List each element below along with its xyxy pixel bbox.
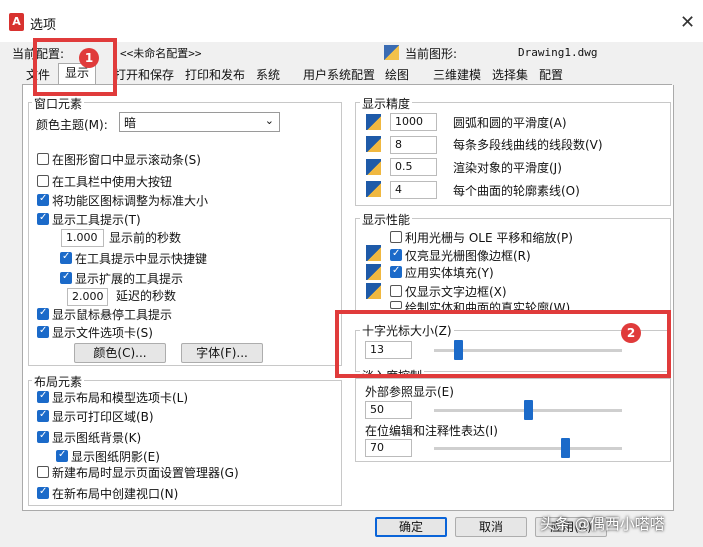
show-extended-checkbox[interactable] — [60, 271, 72, 284]
inplace-fade-slider-thumb[interactable] — [561, 438, 571, 458]
true-silhouettes-checkbox[interactable] — [390, 301, 402, 309]
scrollbars-label: 在图形窗口中显示滚动条(S) — [52, 153, 201, 167]
page-setup-manager-checkbox[interactable] — [37, 466, 49, 478]
paper-background-checkbox[interactable] — [37, 430, 49, 443]
inplace-fade-slider-track — [434, 447, 622, 450]
tab-profiles[interactable]: 配置 — [537, 66, 565, 84]
xref-fade-slider-thumb[interactable] — [523, 400, 533, 420]
paper-background-label: 显示图纸背景(K) — [52, 431, 142, 445]
solid-fill-label: 应用实体填充(Y) — [405, 266, 494, 280]
raster-ole-checkbox[interactable] — [390, 231, 402, 243]
close-icon[interactable]: ✕ — [680, 12, 695, 33]
display-resolution-title: 显示精度 — [360, 95, 413, 112]
large-buttons-label: 在工具栏中使用大按钮 — [52, 175, 173, 189]
contour-lines-input[interactable]: 4 — [390, 181, 437, 199]
raster-frame-label: 仅亮显光栅图像边框(R) — [405, 249, 531, 263]
show-tooltips-checkbox[interactable] — [37, 212, 49, 225]
tab-user-preferences[interactable]: 用户系统配置 — [301, 66, 377, 84]
ribbon-icons-label: 将功能区图标调整为标准大小 — [52, 194, 209, 208]
ok-button[interactable]: 确定 — [375, 517, 447, 537]
show-extended-label: 显示扩展的工具提示 — [75, 272, 184, 286]
display-performance-title: 显示性能 — [360, 211, 413, 228]
color-theme-label: 颜色主题(M): — [36, 118, 108, 132]
polyline-segments-input[interactable]: 8 — [390, 136, 437, 154]
show-shortcut-label: 在工具提示中显示快捷键 — [75, 252, 208, 266]
raster-frame-checkbox[interactable] — [390, 248, 402, 261]
arc-smoothness-label: 圆弧和圆的平滑度(A) — [453, 116, 567, 130]
paper-shadow-label: 显示图纸阴影(E) — [71, 450, 160, 464]
solid-fill-checkbox[interactable] — [390, 265, 402, 278]
large-buttons-checkbox[interactable] — [37, 175, 49, 187]
paper-shadow-checkbox[interactable] — [56, 449, 68, 462]
window-title: 选项 — [30, 18, 57, 33]
layout-model-tabs-label: 显示布局和模型选项卡(L) — [52, 391, 189, 405]
autocad-app-icon: A — [9, 13, 24, 31]
tab-drafting[interactable]: 绘图 — [383, 66, 411, 84]
contour-lines-label: 每个曲面的轮廓素线(O) — [453, 184, 580, 198]
printable-area-label: 显示可打印区域(B) — [52, 410, 154, 424]
window-elements-title: 窗口元素 — [32, 95, 85, 112]
create-viewport-label: 在新布局中创建视口(N) — [52, 487, 179, 501]
layout-model-tabs-checkbox[interactable] — [37, 390, 49, 403]
show-tooltips-label: 显示工具提示(T) — [52, 213, 141, 227]
annotation-badge-2: 2 — [621, 323, 641, 343]
rollover-tooltips-label: 显示鼠标悬停工具提示 — [52, 308, 173, 322]
drawing-setting-icon — [366, 181, 381, 197]
extended-delay-label: 延迟的秒数 — [116, 289, 177, 303]
true-silhouettes-label: 绘制实体和曲面的真实轮廓(W) — [405, 301, 571, 310]
color-theme-select[interactable]: 暗 ⌄ — [119, 112, 280, 132]
tooltip-delay-input[interactable]: 1.000 — [61, 229, 104, 247]
tab-3d-modeling[interactable]: 三维建模 — [431, 66, 483, 84]
tab-system[interactable]: 系统 — [254, 66, 282, 84]
create-viewport-checkbox[interactable] — [37, 486, 49, 499]
page-setup-manager-label: 新建布局时显示页面设置管理器(G) — [52, 466, 239, 480]
ribbon-icons-checkbox[interactable] — [37, 193, 49, 206]
fonts-button[interactable]: 字体(F)... — [181, 343, 263, 363]
watermark: 头条 @偶西小嗒嗒 — [540, 515, 665, 533]
scrollbars-checkbox[interactable] — [37, 153, 49, 165]
annotation-badge-1: 1 — [79, 48, 99, 68]
layout-elements-title: 布局元素 — [32, 373, 85, 390]
current-drawing-value: Drawing1.dwg — [518, 46, 598, 59]
show-shortcut-checkbox[interactable] — [60, 251, 72, 264]
inplace-fade-input[interactable]: 70 — [365, 439, 412, 457]
current-profile-value: <<未命名配置>> — [120, 47, 202, 60]
cancel-button[interactable]: 取消 — [455, 517, 527, 537]
tab-open-save[interactable]: 打开和保存 — [112, 66, 176, 84]
title-bar — [0, 0, 703, 42]
tooltip-delay-label: 显示前的秒数 — [109, 231, 182, 245]
render-smoothness-label: 渲染对象的平滑度(J) — [453, 161, 562, 175]
rollover-tooltips-checkbox[interactable] — [37, 307, 49, 320]
chevron-down-icon: ⌄ — [264, 114, 274, 127]
annotation-box-2 — [335, 310, 671, 378]
drawing-setting-icon — [366, 114, 381, 130]
drawing-setting-icon — [366, 159, 381, 175]
text-frame-checkbox[interactable] — [390, 285, 402, 297]
annotation-box-1 — [33, 38, 117, 96]
raster-ole-label: 利用光栅与 OLE 平移和缩放(P) — [405, 231, 573, 245]
xref-fade-label: 外部参照显示(E) — [365, 385, 454, 399]
polyline-segments-label: 每条多段线曲线的线段数(V) — [453, 138, 603, 152]
inplace-fade-label: 在位编辑和注释性表达(I) — [365, 424, 498, 438]
tab-selection[interactable]: 选择集 — [490, 66, 530, 84]
render-smoothness-input[interactable]: 0.5 — [390, 158, 437, 176]
drawing-setting-icon — [366, 283, 381, 299]
drawing-setting-icon — [366, 136, 381, 152]
current-drawing-label: 当前图形: — [405, 47, 458, 61]
file-tabs-checkbox[interactable] — [37, 325, 49, 338]
colors-button[interactable]: 颜色(C)... — [74, 343, 166, 363]
drawing-setting-icon — [366, 264, 381, 280]
xref-fade-input[interactable]: 50 — [365, 401, 412, 419]
printable-area-checkbox[interactable] — [37, 409, 49, 422]
drawing-setting-icon — [366, 245, 381, 261]
tab-plot-publish[interactable]: 打印和发布 — [183, 66, 247, 84]
extended-delay-input[interactable]: 2.000 — [67, 288, 108, 306]
color-theme-value: 暗 — [124, 116, 137, 130]
file-tabs-label: 显示文件选项卡(S) — [52, 326, 153, 340]
drawing-icon — [384, 45, 399, 60]
arc-smoothness-input[interactable]: 1000 — [390, 113, 437, 131]
